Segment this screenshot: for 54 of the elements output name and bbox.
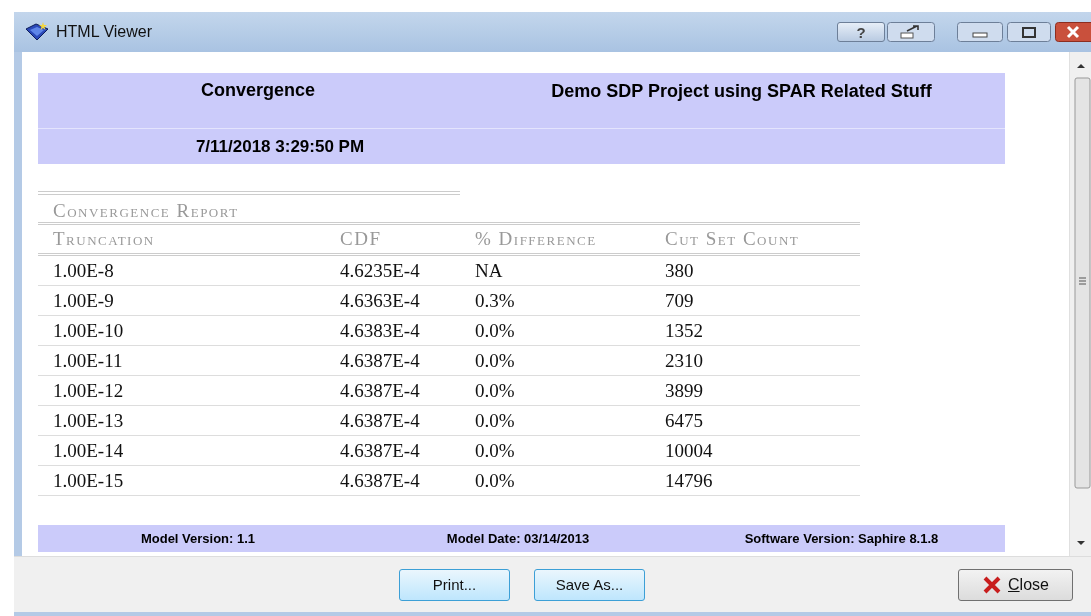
table-cell: 6475 — [665, 405, 860, 436]
table-cell: 14796 — [665, 465, 860, 496]
table-cell: 380 — [665, 254, 860, 286]
table-cell: 1352 — [665, 315, 860, 346]
table-cell: 0.0% — [475, 405, 665, 436]
close-button[interactable]: Close — [958, 568, 1073, 601]
report-title: Convergence — [199, 79, 316, 102]
table-cell: 4.6235E-4 — [340, 254, 475, 286]
table-cell: 4.6387E-4 — [340, 375, 475, 406]
table-cell: 1.00E-9 — [38, 285, 340, 316]
table-cell: 1.00E-14 — [38, 435, 340, 466]
minimize-icon[interactable] — [957, 22, 1003, 42]
column-header: CDF — [340, 223, 475, 255]
table-cell: 1.00E-11 — [38, 345, 340, 376]
footer-text: Model Version: 1.1 — [139, 531, 257, 546]
table-cell: 1.00E-10 — [38, 315, 340, 346]
table-cell: 0.0% — [475, 345, 665, 376]
table-cell: 1.00E-12 — [38, 375, 340, 406]
help-button[interactable]: ? — [837, 22, 885, 42]
column-header: Truncation — [38, 223, 340, 255]
table-cell: 0.3% — [475, 285, 665, 316]
close-icon[interactable] — [1055, 22, 1091, 42]
table-cell: 0.0% — [475, 465, 665, 496]
table-cell: 709 — [665, 285, 860, 316]
column-header: % Difference — [475, 223, 665, 255]
table-cell: 1.00E-8 — [38, 254, 340, 286]
table-cell: 10004 — [665, 435, 860, 466]
footer-text: Model Date: 03/14/2013 — [445, 531, 591, 546]
report-timestamp: 7/11/2018 3:29:50 PM — [194, 136, 366, 157]
table-cell: 4.6387E-4 — [340, 405, 475, 436]
table-cell: 1.00E-15 — [38, 465, 340, 496]
section-heading: Convergence Report — [52, 199, 240, 222]
popout-icon[interactable] — [887, 22, 935, 42]
table-cell: 4.6363E-4 — [340, 285, 475, 316]
dialog-button[interactable]: Save As... — [534, 568, 645, 601]
window-title: HTML Viewer — [56, 23, 154, 41]
table-cell: 0.0% — [475, 375, 665, 406]
maximize-icon[interactable] — [1007, 22, 1051, 42]
dialog-button[interactable]: Print... — [399, 568, 510, 601]
table-cell: 0.0% — [475, 315, 665, 346]
table-cell: 1.00E-13 — [38, 405, 340, 436]
project-name: Demo SDP Project using SPAR Related Stuff — [550, 80, 933, 103]
cross-icon — [982, 575, 1003, 594]
table-cell: 4.6387E-4 — [340, 435, 475, 466]
table-cell: 4.6387E-4 — [340, 465, 475, 496]
app-icon — [24, 21, 50, 43]
table-cell: 4.6387E-4 — [340, 345, 475, 376]
footer-text: Software Version: Saphire 8.1.8 — [743, 531, 940, 546]
table-cell: 3899 — [665, 375, 860, 406]
column-header: Cut Set Count — [665, 223, 860, 255]
table-cell: 4.6383E-4 — [340, 315, 475, 346]
table-cell: NA — [475, 254, 665, 286]
table-cell: 2310 — [665, 345, 860, 376]
table-cell: 0.0% — [475, 435, 665, 466]
